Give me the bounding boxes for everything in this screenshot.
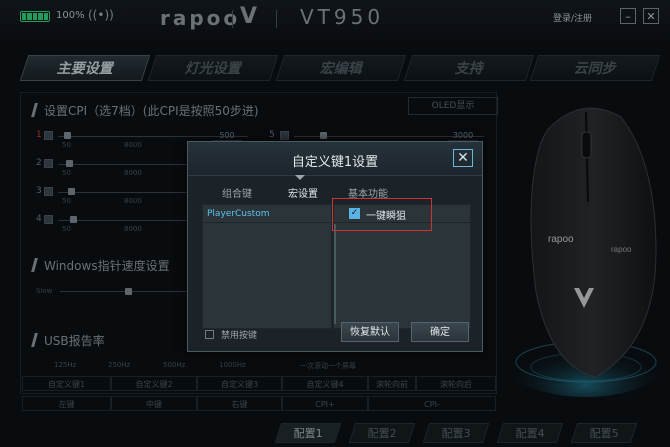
- list-divider: [203, 222, 331, 223]
- dialog-title: 自定义键1设置: [291, 155, 379, 170]
- restore-default-button[interactable]: 恢复默认: [341, 322, 399, 342]
- macro-list-item[interactable]: PlayerCustom: [207, 209, 270, 219]
- subtab-indicator-icon: [295, 175, 305, 180]
- disable-key-label: 禁用按键: [221, 331, 258, 341]
- confirm-button[interactable]: 确定: [411, 322, 469, 342]
- one-key-snipe-label: 一键瞬狙: [366, 211, 406, 222]
- one-key-snipe-checkbox[interactable]: ✓: [349, 208, 360, 219]
- custom-key-dialog: 自定义键1设置 ✕ 组合键 宏设置 基本功能 PlayerCustom ✓ 一键…: [187, 141, 483, 352]
- disable-key-checkbox[interactable]: [205, 330, 214, 339]
- vertical-divider: [334, 224, 336, 324]
- dialog-header: 自定义键1设置 ✕: [188, 142, 482, 176]
- dialog-close-button[interactable]: ✕: [453, 149, 473, 167]
- macro-list[interactable]: PlayerCustom: [202, 204, 332, 329]
- subtab-combo-key[interactable]: 组合键: [222, 185, 252, 200]
- subtab-macro[interactable]: 宏设置: [288, 185, 318, 200]
